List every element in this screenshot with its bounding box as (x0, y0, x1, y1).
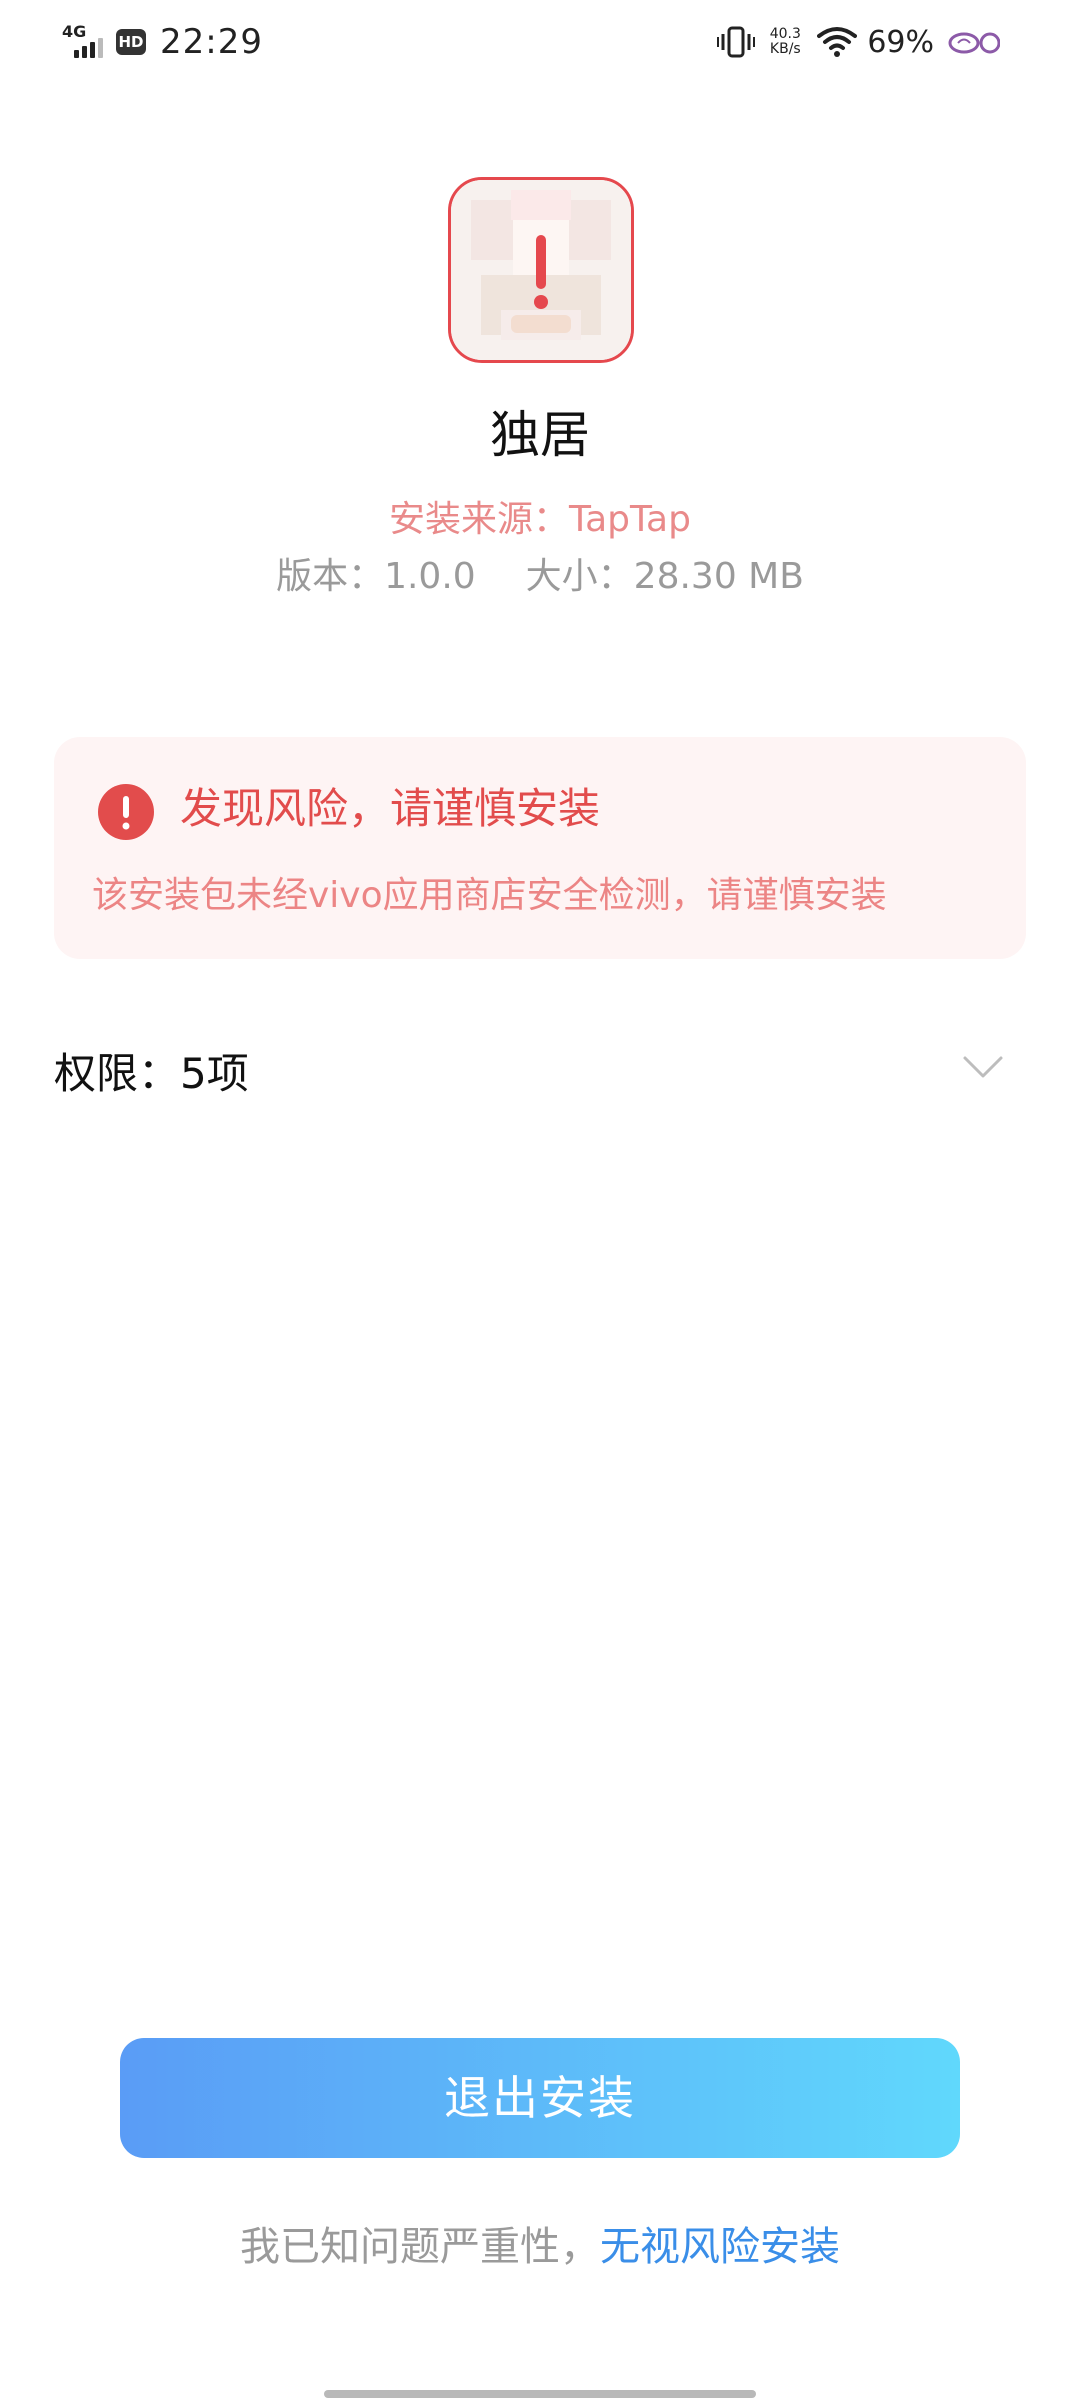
ignore-risk-prefix: 我已知问题严重性， (240, 2224, 600, 2270)
wifi-icon (817, 26, 858, 58)
battery-saver-icon (948, 28, 1001, 56)
vibrate-icon (717, 24, 756, 60)
home-indicator[interactable] (324, 2390, 756, 2398)
battery-level: 69% (867, 24, 934, 60)
chevron-down-icon[interactable] (962, 1054, 1004, 1080)
clock: 22:29 (160, 22, 263, 62)
app-meta: 版本：1.0.0 大小：28.30 MB (0, 547, 1080, 599)
risk-description: 该安装包未经vivo应用商店安全检测，请谨慎安装 (92, 875, 887, 916)
risk-title: 发现风险，请谨慎安装 (180, 784, 601, 833)
install-source: 安装来源：TapTap (389, 499, 691, 540)
permissions-row[interactable]: 权限：5项 (54, 1030, 1026, 1110)
app-size: 大小：28.30 MB (525, 556, 804, 597)
status-bar-right: 40.3 KB/s 69% (717, 18, 1001, 66)
net-speed-value: 40.3 (769, 26, 801, 42)
hd-badge: HD (116, 29, 146, 55)
status-bar-left: 4G HD 22:29 (62, 18, 263, 66)
ignore-risk-line: 我已知问题严重性，无视风险安装 (0, 2214, 1080, 2272)
signal-icon: 4G (62, 22, 108, 62)
app-icon (448, 177, 634, 363)
app-name: 独居 (490, 406, 590, 464)
status-bar: 4G HD 22:29 40.3 KB/s 69% (0, 0, 1080, 90)
permissions-label: 权限：5项 (54, 1049, 249, 1098)
risk-warning-card: 发现风险，请谨慎安装 该安装包未经vivo应用商店安全检测，请谨慎安装 (54, 737, 1026, 959)
warning-icon (98, 784, 154, 840)
exit-install-button[interactable]: 退出安装 (120, 2038, 960, 2158)
net-speed-unit: KB/s (769, 41, 801, 57)
net-speed: 40.3 KB/s (763, 27, 807, 57)
ignore-risk-install-link[interactable]: 无视风险安装 (600, 2224, 840, 2270)
app-version: 版本：1.0.0 (276, 556, 476, 597)
